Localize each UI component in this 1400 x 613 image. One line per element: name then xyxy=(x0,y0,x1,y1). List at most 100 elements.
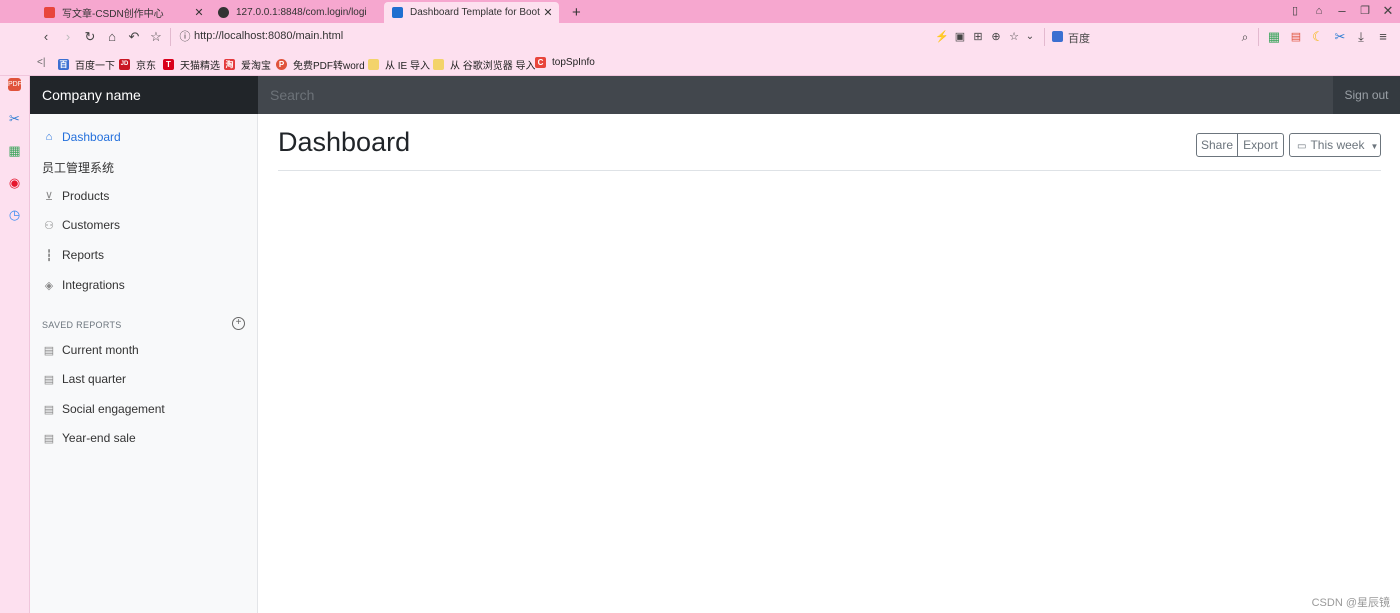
sidebar-item-label: Dashboard xyxy=(62,130,121,144)
translate-icon[interactable]: ⊞ xyxy=(970,29,986,45)
browser-tab-active[interactable]: Dashboard Template for Boot ✕ xyxy=(384,2,559,23)
zoom-icon[interactable]: ⊕ xyxy=(988,29,1004,45)
back-icon[interactable]: ‹ xyxy=(38,29,54,45)
bookmark-item[interactable]: JD 京东 xyxy=(119,57,156,72)
jd-icon: JD xyxy=(119,59,130,70)
sidebar-item-customers[interactable]: ⚇ Customers xyxy=(42,218,120,232)
pdf-icon[interactable]: ▤ xyxy=(1288,29,1304,45)
sidebar: ⌂ Dashboard 员工管理系统 ⊻ Products ⚇ Customer… xyxy=(30,114,258,613)
bookmark-item[interactable]: T 天猫精选 xyxy=(163,57,220,72)
scissors-icon[interactable]: ✂ xyxy=(6,110,23,127)
divider xyxy=(1044,28,1045,46)
saved-report-label: Last quarter xyxy=(62,372,127,386)
weibo-icon[interactable]: ◉ xyxy=(6,174,23,191)
file-icon: ▤ xyxy=(43,373,55,386)
add-report-icon[interactable]: + xyxy=(232,317,245,330)
close-icon[interactable]: ✕ xyxy=(192,6,206,19)
bookmark-item[interactable]: 淘爱淘宝 xyxy=(224,57,271,72)
bookmarks-bar: <| 百百度一下 JD 京东 T 天猫精选 淘爱淘宝 P 免费PDF转word 从 I… xyxy=(0,52,1400,76)
search-input[interactable] xyxy=(258,76,1333,114)
saved-report-label: Year-end sale xyxy=(62,431,136,445)
folder-icon xyxy=(433,59,444,70)
tab-title: 写文章-CSDN创作中心 xyxy=(62,9,164,20)
search-icon[interactable]: ⌕ xyxy=(1237,29,1253,45)
clock-icon[interactable]: ◷ xyxy=(6,206,23,223)
bookmark-folder[interactable]: 从 谷歌浏览器 导入 xyxy=(433,57,536,72)
sidebar-item-label: Integrations xyxy=(62,278,125,292)
favorite-icon[interactable]: ☆ xyxy=(1006,29,1022,45)
saved-report-label: Social engagement xyxy=(62,402,165,416)
undo-icon[interactable]: ↶ xyxy=(126,29,142,45)
file-icon: ▤ xyxy=(43,403,55,416)
share-button[interactable]: Share xyxy=(1196,133,1238,157)
restore-icon[interactable]: ❐ xyxy=(1357,3,1373,19)
bookmark-label: topSpInfo xyxy=(552,57,595,68)
brand[interactable]: Company name xyxy=(30,76,258,114)
url-field[interactable]: http://localhost:8080/main.html xyxy=(194,30,343,42)
folder-icon xyxy=(368,59,379,70)
bookmark-item[interactable]: 百百度一下 xyxy=(58,57,115,72)
signout-link[interactable]: Sign out xyxy=(1333,76,1400,114)
sidebar-item-reports[interactable]: ┇ Reports xyxy=(42,248,104,262)
collapse-icon[interactable]: <| xyxy=(37,57,45,68)
saved-report-current-month[interactable]: ▤ Current month xyxy=(42,343,139,357)
page-icon xyxy=(392,7,403,18)
bookmark-item[interactable]: P 免费PDF转word xyxy=(276,57,365,72)
home-icon: ⌂ xyxy=(45,131,53,143)
file-icon: ▤ xyxy=(43,432,55,445)
sidebar-item-dashboard[interactable]: ⌂ Dashboard xyxy=(42,130,121,144)
caret-down-icon: ▼ xyxy=(1370,142,1379,151)
qr-icon[interactable]: ▣ xyxy=(952,29,968,45)
new-tab-button[interactable]: + xyxy=(566,2,590,23)
bookmark-folder[interactable]: 从 IE 导入 xyxy=(368,57,430,72)
browser-tab[interactable]: 127.0.0.1:8848/com.login/logi xyxy=(210,2,384,23)
tab-bar: 写文章-CSDN创作中心 ✕ 127.0.0.1:8848/com.login/… xyxy=(0,0,1400,23)
close-icon[interactable]: ✕ xyxy=(541,6,555,19)
bookmark-star-icon[interactable]: ☆ xyxy=(148,29,164,45)
export-button[interactable]: Export xyxy=(1237,133,1284,157)
saved-report-year-end-sale[interactable]: ▤ Year-end sale xyxy=(42,431,136,445)
baidu-icon xyxy=(1052,31,1063,42)
reload-icon[interactable]: ↻ xyxy=(82,29,98,45)
bookmark-item[interactable]: CtopSpInfo xyxy=(535,57,595,68)
pdf-icon: P xyxy=(276,59,287,70)
bookmark-label: 京东 xyxy=(136,61,156,72)
sidebar-item-products[interactable]: ⊻ Products xyxy=(42,189,109,203)
period-dropdown[interactable]: ▭ This week ▼ xyxy=(1289,133,1381,157)
shirt-icon[interactable]: ⌂ xyxy=(1311,3,1327,19)
close-window-icon[interactable]: ✕ xyxy=(1380,3,1396,19)
bookmark-label: 免费PDF转word xyxy=(293,61,365,72)
browser-tab[interactable]: 写文章-CSDN创作中心 ✕ xyxy=(36,2,210,23)
bookmark-label: 爱淘宝 xyxy=(241,61,271,72)
pdf-icon[interactable]: PDF xyxy=(8,78,22,91)
browser-sidebar: ★ PDF ✂ ▦ ◉ ◷ xyxy=(0,0,30,613)
tab-list-icon[interactable]: ▯ xyxy=(1287,3,1303,19)
apps-grid-icon[interactable]: ▦ xyxy=(6,142,23,159)
baidu-icon: 百 xyxy=(58,59,69,70)
minimize-icon[interactable]: – xyxy=(1334,3,1350,19)
sidebar-item-label: 员工管理系统 xyxy=(42,161,115,175)
forward-icon[interactable]: › xyxy=(60,29,76,45)
saved-report-last-quarter[interactable]: ▤ Last quarter xyxy=(42,372,126,386)
lightning-icon[interactable]: ⚡ xyxy=(934,29,950,45)
download-icon[interactable]: ⤓ xyxy=(1353,29,1369,45)
bookmark-label: 百度一下 xyxy=(75,61,115,72)
tab-title: 127.0.0.1:8848/com.login/logi xyxy=(236,7,367,18)
bookmark-label: 从 IE 导入 xyxy=(385,61,431,72)
search-engine-box[interactable]: 百度 xyxy=(1068,30,1090,46)
home-icon[interactable]: ⌂ xyxy=(104,29,120,45)
moon-icon[interactable]: ☾ xyxy=(1310,29,1326,45)
sidebar-item-employee-system[interactable]: 员工管理系统 xyxy=(42,159,114,176)
period-label: This week xyxy=(1310,138,1365,152)
bookmark-label: 天猫精选 xyxy=(180,61,220,72)
cart-icon: ⊻ xyxy=(44,190,54,203)
menu-icon[interactable]: ≡ xyxy=(1375,29,1391,45)
sidebar-item-label: Products xyxy=(62,189,110,203)
chevron-down-icon[interactable]: ⌄ xyxy=(1022,29,1038,45)
apps-icon[interactable]: ▦ xyxy=(1266,29,1282,45)
bar-chart-icon: ┇ xyxy=(45,249,53,262)
scissors-icon[interactable]: ✂ xyxy=(1332,29,1348,45)
sidebar-item-integrations[interactable]: ◈ Integrations xyxy=(42,278,125,292)
saved-report-social-engagement[interactable]: ▤ Social engagement xyxy=(42,402,165,416)
saved-report-label: Current month xyxy=(62,343,139,357)
